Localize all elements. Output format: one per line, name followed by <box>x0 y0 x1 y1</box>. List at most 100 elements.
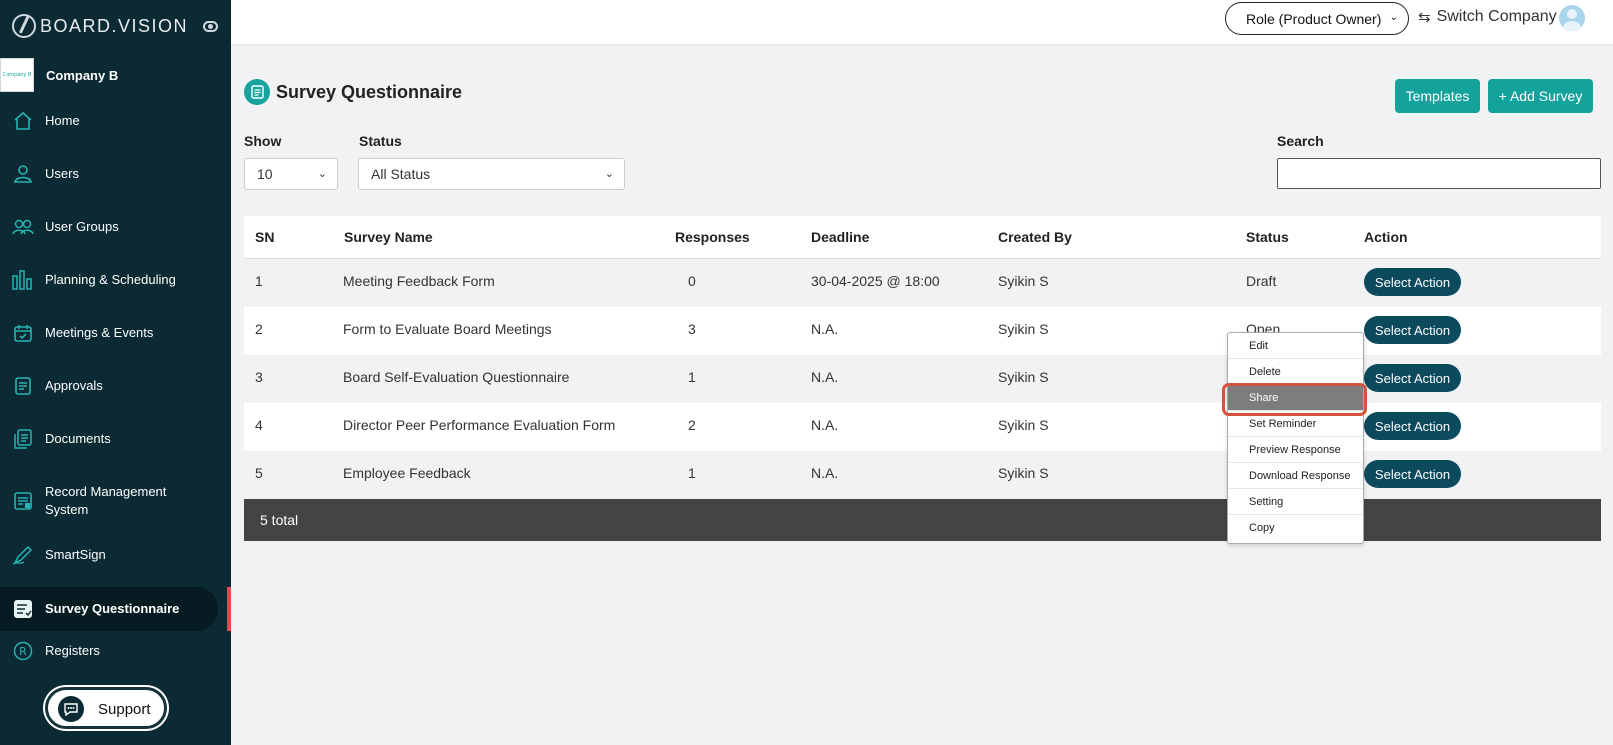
cell-responses: 1 <box>688 369 696 385</box>
company-switch-card[interactable]: Company B Company B <box>0 58 118 92</box>
table-row: 1 Meeting Feedback Form 0 30-04-2025 @ 1… <box>244 259 1601 307</box>
menu-item-preview-response[interactable]: Preview Response <box>1228 437 1363 463</box>
cell-responses: 1 <box>688 465 696 481</box>
page-title: Survey Questionnaire <box>276 81 463 102</box>
menu-item-copy[interactable]: Copy <box>1228 515 1363 541</box>
menu-item-set-reminder[interactable]: Set Reminder <box>1228 411 1363 437</box>
cell-status: Draft <box>1246 273 1277 289</box>
status-label: Status <box>359 133 402 149</box>
column-header-sn: SN <box>255 229 275 245</box>
survey-title-icon <box>244 79 270 105</box>
sidebar-toggle-icon[interactable] <box>203 21 218 32</box>
table-row: 4 Director Peer Performance Evaluation F… <box>244 403 1601 451</box>
cell-created-by: Syikin S <box>998 465 1049 481</box>
chevron-down-icon: ⌄ <box>317 168 327 180</box>
company-logo: Company B <box>0 58 34 92</box>
sidebar-item-record-management[interactable]: Record Management System <box>0 481 218 521</box>
cell-responses: 3 <box>688 321 696 337</box>
chevron-down-icon: ⌄ <box>1389 12 1398 23</box>
cell-created-by: Syikin S <box>998 321 1049 337</box>
sidebar-item-survey-questionnaire[interactable]: Survey Questionnaire <box>0 587 218 631</box>
survey-table: SN Survey Name Responses Deadline Create… <box>244 216 1601 541</box>
switch-company-button[interactable]: ⇆ Switch Company <box>1418 8 1557 26</box>
cell-deadline: N.A. <box>811 417 839 433</box>
table-row: 3 Board Self-Evaluation Questionnaire 1 … <box>244 355 1601 403</box>
registered-icon: R <box>12 640 34 662</box>
cell-sn: 3 <box>255 369 263 385</box>
cell-responses: 0 <box>688 273 696 289</box>
column-header-status: Status <box>1246 229 1289 245</box>
cell-responses: 2 <box>688 417 696 433</box>
sidebar-item-home[interactable]: Home <box>0 110 218 132</box>
menu-item-download-response[interactable]: Download Response <box>1228 463 1363 489</box>
select-action-button[interactable]: Select Action <box>1364 460 1461 488</box>
user-group-icon <box>12 216 34 238</box>
chat-support-icon <box>58 696 84 722</box>
role-dropdown[interactable]: Role (Product Owner) ⌄ <box>1225 2 1409 35</box>
top-header: Role (Product Owner) ⌄ ⇆ Switch Company <box>231 0 1613 44</box>
sidebar-item-documents[interactable]: Documents <box>0 428 218 450</box>
select-action-button[interactable]: Select Action <box>1364 364 1461 392</box>
active-indicator <box>227 587 231 631</box>
cell-deadline: N.A. <box>811 321 839 337</box>
menu-item-delete[interactable]: Delete <box>1228 359 1363 385</box>
status-filter-select[interactable]: All Status ⌄ <box>358 158 625 190</box>
sidebar-item-user-groups[interactable]: User Groups <box>0 216 218 238</box>
cell-created-by: Syikin S <box>998 369 1049 385</box>
table-footer: 5 total <box>244 499 1601 541</box>
user-avatar[interactable] <box>1559 5 1585 31</box>
sidebar-item-planning[interactable]: Planning & Scheduling <box>0 269 218 291</box>
select-action-button[interactable]: Select Action <box>1364 412 1461 440</box>
menu-item-edit[interactable]: Edit <box>1228 333 1363 359</box>
brand-logo[interactable]: BOARD.VISION <box>12 14 188 38</box>
show-entries-select[interactable]: 10 ⌄ <box>244 158 338 190</box>
cell-sn: 1 <box>255 273 263 289</box>
brand-mark-icon <box>12 14 36 38</box>
cell-created-by: Syikin S <box>998 273 1049 289</box>
table-row: 5 Employee Feedback 1 N.A. Syikin S Sele… <box>244 451 1601 499</box>
select-action-button[interactable]: Select Action <box>1364 316 1461 344</box>
record-icon <box>12 490 34 512</box>
pen-icon <box>12 544 34 566</box>
bar-chart-icon <box>12 269 34 291</box>
support-button[interactable]: Support <box>45 687 167 729</box>
cell-deadline: N.A. <box>811 369 839 385</box>
show-label: Show <box>244 133 282 149</box>
column-header-responses: Responses <box>675 229 750 245</box>
templates-button[interactable]: Templates <box>1395 79 1480 113</box>
documents-icon <box>12 428 34 450</box>
cell-created-by: Syikin S <box>998 417 1049 433</box>
switch-arrows-icon: ⇆ <box>1418 9 1431 26</box>
cell-deadline: 30-04-2025 @ 18:00 <box>811 273 940 289</box>
cell-sn: 5 <box>255 465 263 481</box>
brand-name: BOARD.VISION <box>40 15 189 36</box>
cell-deadline: N.A. <box>811 465 839 481</box>
column-header-deadline: Deadline <box>811 229 870 245</box>
cell-survey-name: Meeting Feedback Form <box>343 273 495 289</box>
column-header-created-by: Created By <box>998 229 1072 245</box>
sidebar-item-smartsign[interactable]: SmartSign <box>0 544 218 566</box>
cell-survey-name: Board Self-Evaluation Questionnaire <box>343 369 570 385</box>
menu-item-share[interactable]: Share <box>1228 385 1363 411</box>
cell-sn: 2 <box>255 321 263 337</box>
sidebar-item-users[interactable]: Users <box>0 163 218 185</box>
sidebar-item-approvals[interactable]: Approvals <box>0 375 218 397</box>
add-survey-button[interactable]: + Add Survey <box>1488 79 1593 113</box>
search-input[interactable] <box>1277 158 1601 189</box>
home-icon <box>12 110 34 132</box>
table-row: 2 Form to Evaluate Board Meetings 3 N.A.… <box>244 307 1601 355</box>
user-icon <box>12 163 34 185</box>
cell-sn: 4 <box>255 417 263 433</box>
action-dropdown-menu: Edit Delete Share Set Reminder Preview R… <box>1227 332 1364 544</box>
calendar-icon <box>12 322 34 344</box>
chevron-down-icon: ⌄ <box>604 168 614 180</box>
page-heading: Survey Questionnaire <box>244 79 462 105</box>
sidebar-item-meetings[interactable]: Meetings & Events <box>0 322 218 344</box>
total-count: 5 total <box>260 512 299 528</box>
menu-item-setting[interactable]: Setting <box>1228 489 1363 515</box>
survey-icon <box>12 598 34 620</box>
sidebar-item-registers[interactable]: R Registers <box>0 640 218 662</box>
approval-doc-icon <box>12 375 34 397</box>
select-action-button[interactable]: Select Action <box>1364 268 1461 296</box>
column-header-action: Action <box>1364 229 1408 245</box>
